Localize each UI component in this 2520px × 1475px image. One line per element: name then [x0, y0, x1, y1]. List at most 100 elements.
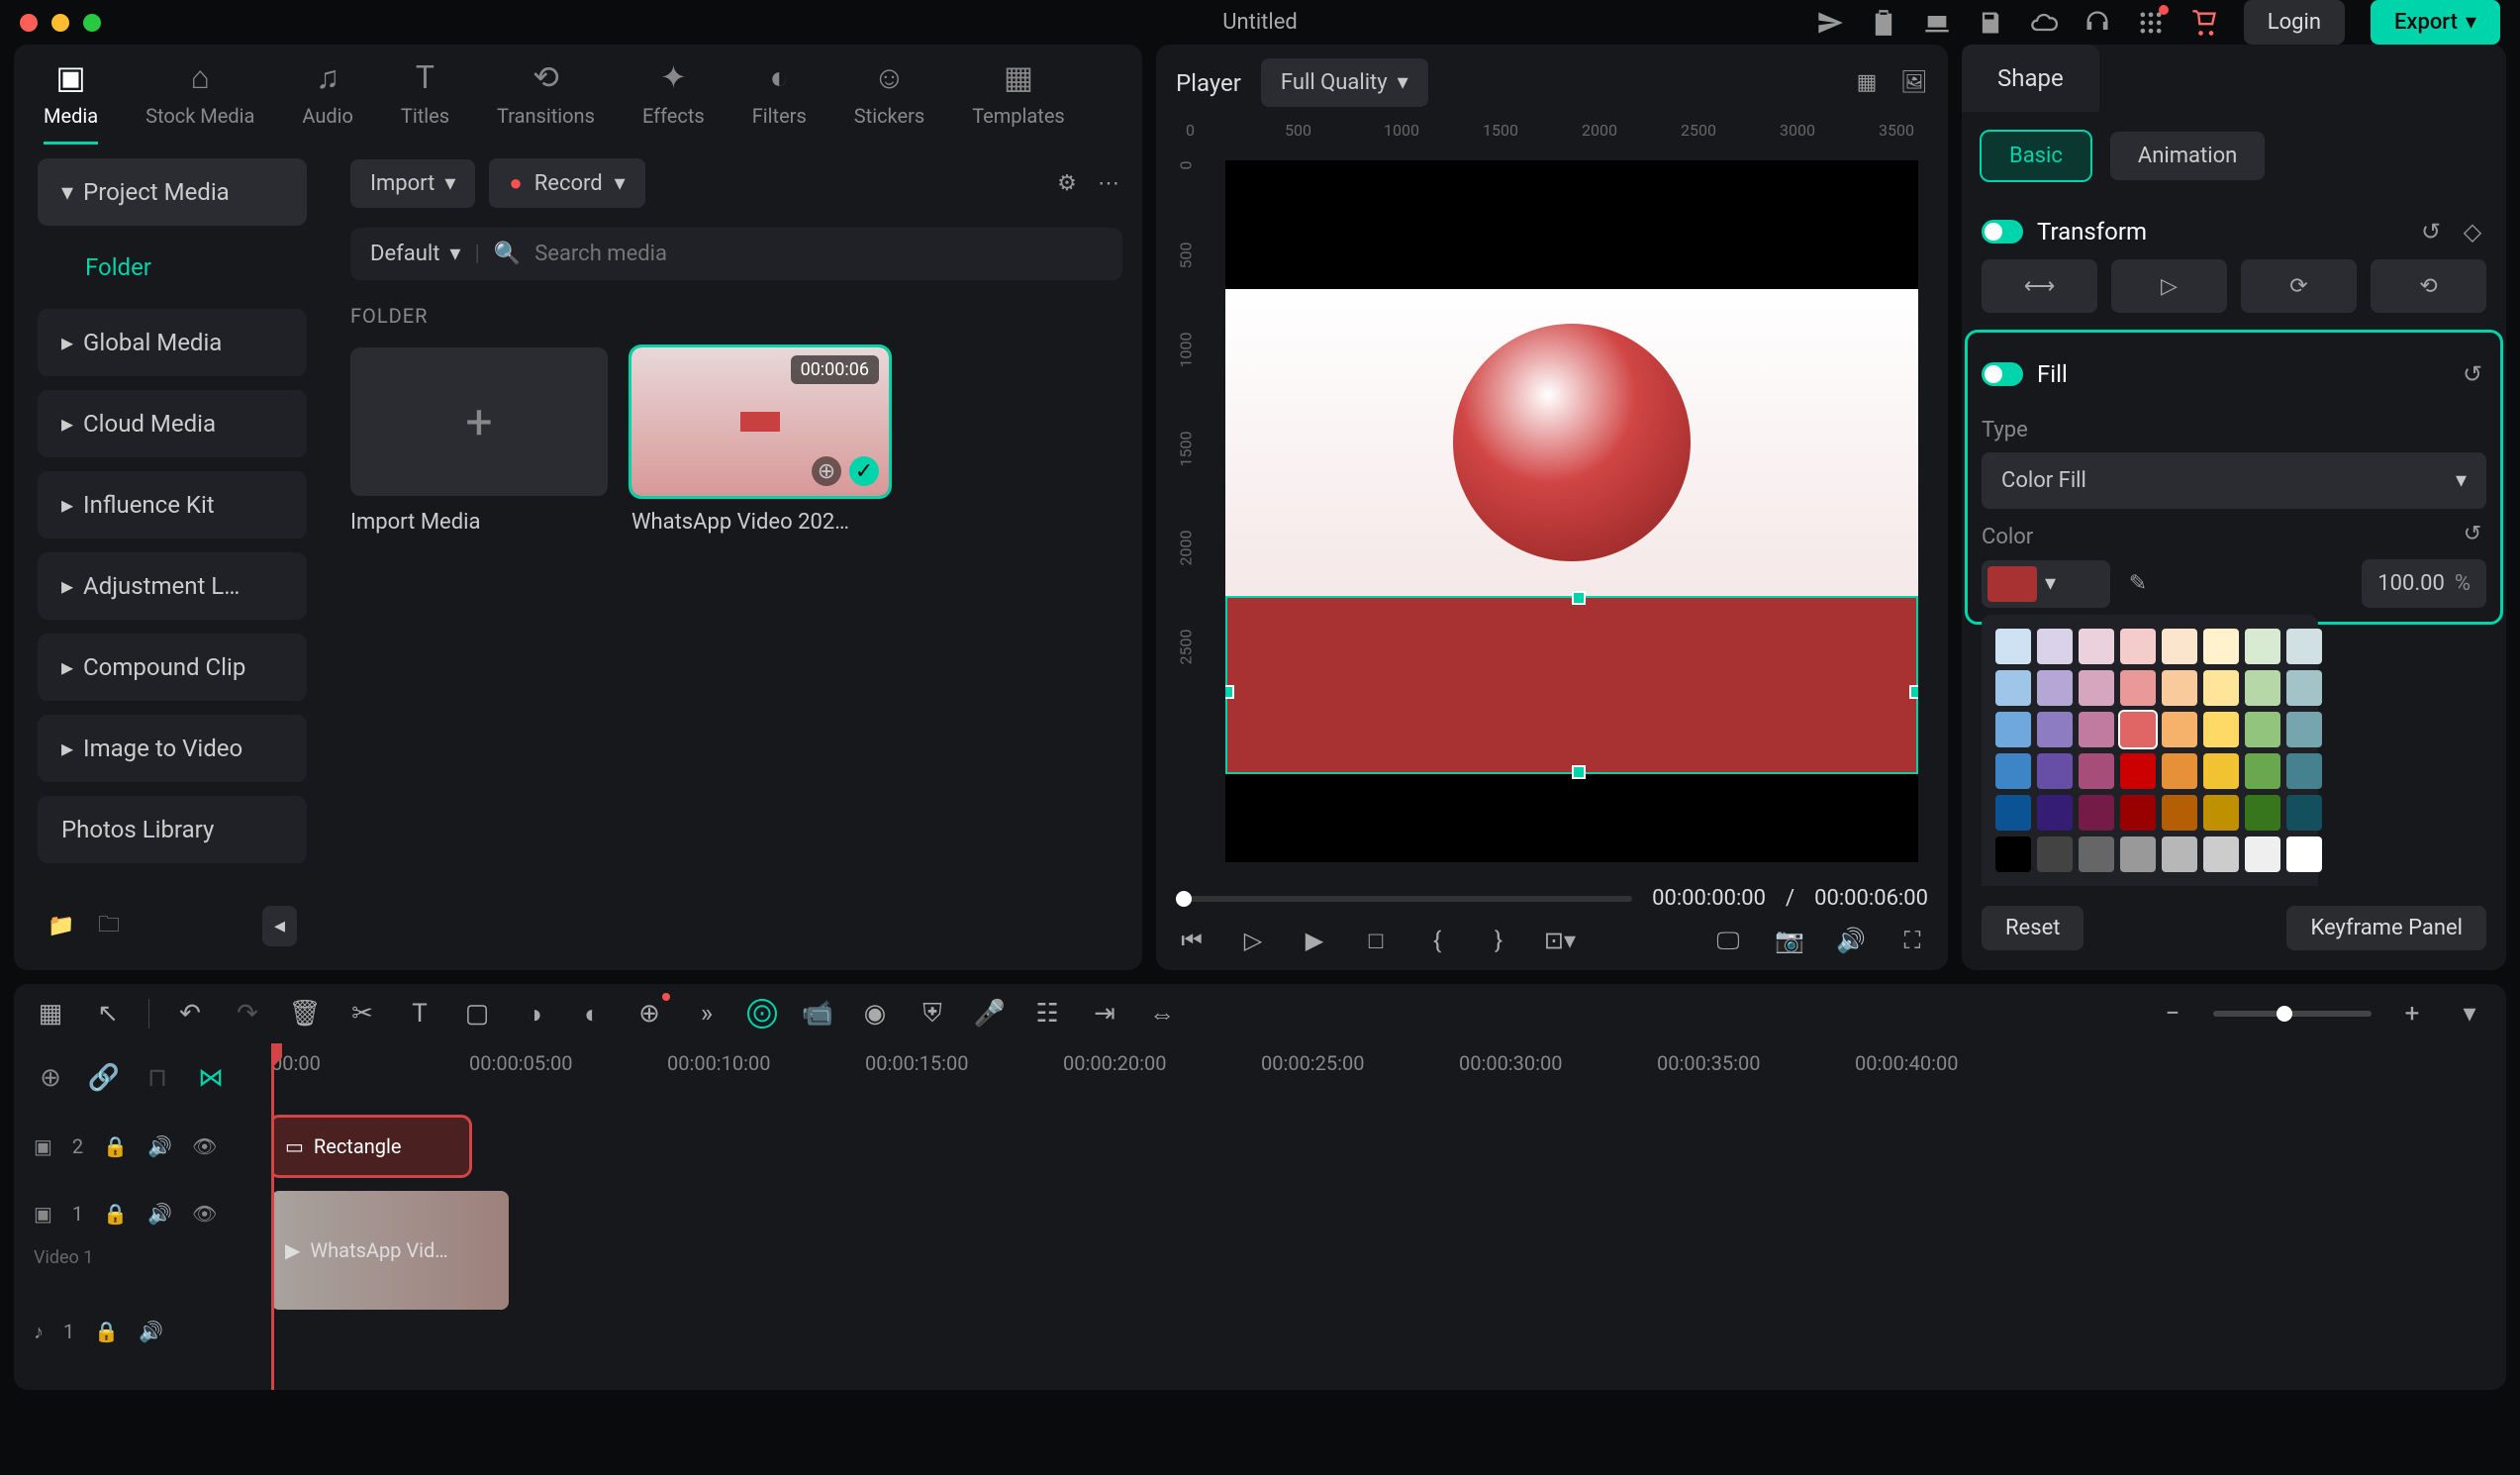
color-option[interactable] [1995, 753, 2031, 789]
seek-slider[interactable] [1176, 896, 1632, 902]
selected-rectangle-shape[interactable] [1225, 596, 1918, 774]
shield-tool[interactable]: ⛨ [916, 997, 949, 1031]
eyedropper-icon[interactable]: ✎ [2124, 570, 2152, 598]
track-head-1[interactable]: ▣1🔒🔊👁 [14, 1180, 271, 1247]
color-option[interactable] [2203, 712, 2239, 747]
link-tracks-icon[interactable]: 🔗 [87, 1061, 121, 1095]
folder-icon[interactable]: 🗀 [95, 913, 123, 940]
color-option[interactable] [2162, 670, 2197, 706]
minimize-window[interactable] [51, 14, 69, 32]
color-option[interactable] [2286, 753, 2322, 789]
color-option[interactable] [2120, 753, 2156, 789]
rotate-ccw-button[interactable]: ⟲ [2371, 259, 2486, 313]
color-option[interactable] [2037, 629, 2073, 664]
fullscreen-icon[interactable]: ⛶ [1896, 925, 1928, 956]
color-option[interactable] [2245, 753, 2280, 789]
timeline-options[interactable]: ▾ [2453, 997, 2486, 1031]
color-option[interactable] [2162, 629, 2197, 664]
lock-icon[interactable]: 🔒 [103, 1134, 128, 1158]
cut-tool[interactable]: ✂ [345, 997, 379, 1031]
color-option[interactable] [2245, 795, 2280, 831]
export-range-tool[interactable]: ⇥ [1088, 997, 1121, 1031]
import-media-tile[interactable]: + [350, 347, 608, 496]
track-head-audio[interactable]: ♪1🔒🔊 [14, 1298, 271, 1365]
color-option[interactable] [2245, 670, 2280, 706]
color-option[interactable] [2286, 712, 2322, 747]
color-option[interactable] [2286, 795, 2322, 831]
grid-view-icon[interactable]: ▦ [1853, 69, 1881, 97]
keyframe-panel-button[interactable]: Keyframe Panel [2286, 906, 2486, 950]
color-option[interactable] [2120, 670, 2156, 706]
tab-filters[interactable]: ◐Filters [752, 58, 807, 145]
laptop-icon[interactable] [1923, 9, 1951, 37]
mark-in-button[interactable]: { [1421, 925, 1453, 956]
media-thumbnail[interactable]: 00:00:06 ⊕ ✓ [631, 347, 889, 496]
color-option[interactable] [1995, 670, 2031, 706]
more-icon[interactable]: ⋯ [1095, 169, 1122, 197]
rotate-button[interactable]: ⟳ [2241, 259, 2357, 313]
color-option[interactable] [2037, 836, 2073, 872]
quality-dropdown[interactable]: Full Quality▾ [1261, 58, 1428, 107]
speed-tool[interactable]: ⊙ [747, 999, 777, 1029]
color-option[interactable] [2120, 795, 2156, 831]
sidebar-project-media[interactable]: ▾Project Media [38, 158, 307, 226]
color-option[interactable] [2037, 712, 2073, 747]
tab-effects[interactable]: ✦Effects [642, 58, 705, 145]
sidebar-photos-library[interactable]: Photos Library [38, 796, 307, 863]
clip-rectangle[interactable]: ▭Rectangle [271, 1118, 469, 1175]
headphones-icon[interactable] [2084, 9, 2111, 37]
pill-animation[interactable]: Animation [2110, 132, 2265, 180]
color-option[interactable] [2286, 629, 2322, 664]
login-button[interactable]: Login [2244, 0, 2345, 45]
sidebar-adjustment-layer[interactable]: ▸Adjustment L… [38, 552, 307, 620]
tab-audio[interactable]: ♫Audio [302, 58, 353, 145]
zoom-slider[interactable] [2213, 1011, 2372, 1017]
color-option[interactable] [2203, 753, 2239, 789]
transform-toggle[interactable] [1982, 220, 2023, 244]
color-tool[interactable]: ◐ [575, 997, 609, 1031]
magnet-icon[interactable]: ⊓ [141, 1061, 174, 1095]
cloud-icon[interactable] [2030, 9, 2058, 37]
color-option[interactable] [1995, 836, 2031, 872]
tab-transitions[interactable]: ⟲Transitions [497, 58, 595, 145]
tab-titles[interactable]: TTitles [401, 58, 449, 145]
zoom-out-button[interactable]: − [2156, 997, 2189, 1031]
bin-icon[interactable]: ▦ [34, 997, 67, 1031]
cart-icon[interactable] [2190, 9, 2218, 37]
color-option[interactable] [1995, 795, 2031, 831]
record-tool[interactable]: 📹 [801, 997, 834, 1031]
marker-tool[interactable]: ◉ [858, 997, 892, 1031]
value-input[interactable]: 100.00% [2362, 559, 2486, 608]
pill-basic[interactable]: Basic [1982, 132, 2090, 180]
crop-tool[interactable]: ▢ [460, 997, 494, 1031]
reset-transform-icon[interactable]: ↺ [2417, 218, 2445, 246]
ai-tool[interactable]: ⊕ [632, 997, 666, 1031]
visibility-icon[interactable]: 👁 [192, 1202, 217, 1226]
sidebar-influence-kit[interactable]: ▸Influence Kit [38, 471, 307, 539]
flip-h-button[interactable]: ⟷ [1982, 259, 2097, 313]
sidebar-folder[interactable]: Folder [38, 240, 307, 295]
visibility-icon[interactable]: 👁 [192, 1134, 217, 1158]
next-button[interactable]: ▶ [1299, 925, 1330, 956]
color-option[interactable] [2245, 629, 2280, 664]
sidebar-image-to-video[interactable]: ▸Image to Video [38, 715, 307, 782]
filter-icon[interactable]: ⚙ [1053, 169, 1081, 197]
track-head-2[interactable]: ▣2🔒🔊👁 [14, 1113, 271, 1180]
reset-fill-icon[interactable]: ↺ [2459, 360, 2486, 388]
reset-button[interactable]: Reset [1982, 906, 2084, 950]
play-button[interactable]: ▷ [1237, 925, 1269, 956]
add-to-timeline-icon[interactable]: ⊕ [812, 456, 841, 486]
color-picker-button[interactable]: ▾ [1982, 560, 2110, 608]
color-option[interactable] [1995, 629, 2031, 664]
tab-stickers[interactable]: ☺Stickers [854, 58, 924, 145]
keyframe-diamond-icon[interactable]: ◇ [2459, 218, 2486, 246]
tab-stock[interactable]: ⌂Stock Media [145, 58, 254, 145]
clip-video[interactable]: ▶WhatsApp Vid… [271, 1191, 509, 1310]
record-button[interactable]: ●Record▾ [489, 158, 644, 208]
display-icon[interactable]: 🖵 [1712, 925, 1744, 956]
close-window[interactable] [20, 14, 38, 32]
lock-icon[interactable]: 🔒 [103, 1202, 128, 1226]
sidebar-compound-clip[interactable]: ▸Compound Clip [38, 634, 307, 701]
color-option[interactable] [2079, 629, 2114, 664]
cursor-tool[interactable]: ↖ [91, 997, 125, 1031]
